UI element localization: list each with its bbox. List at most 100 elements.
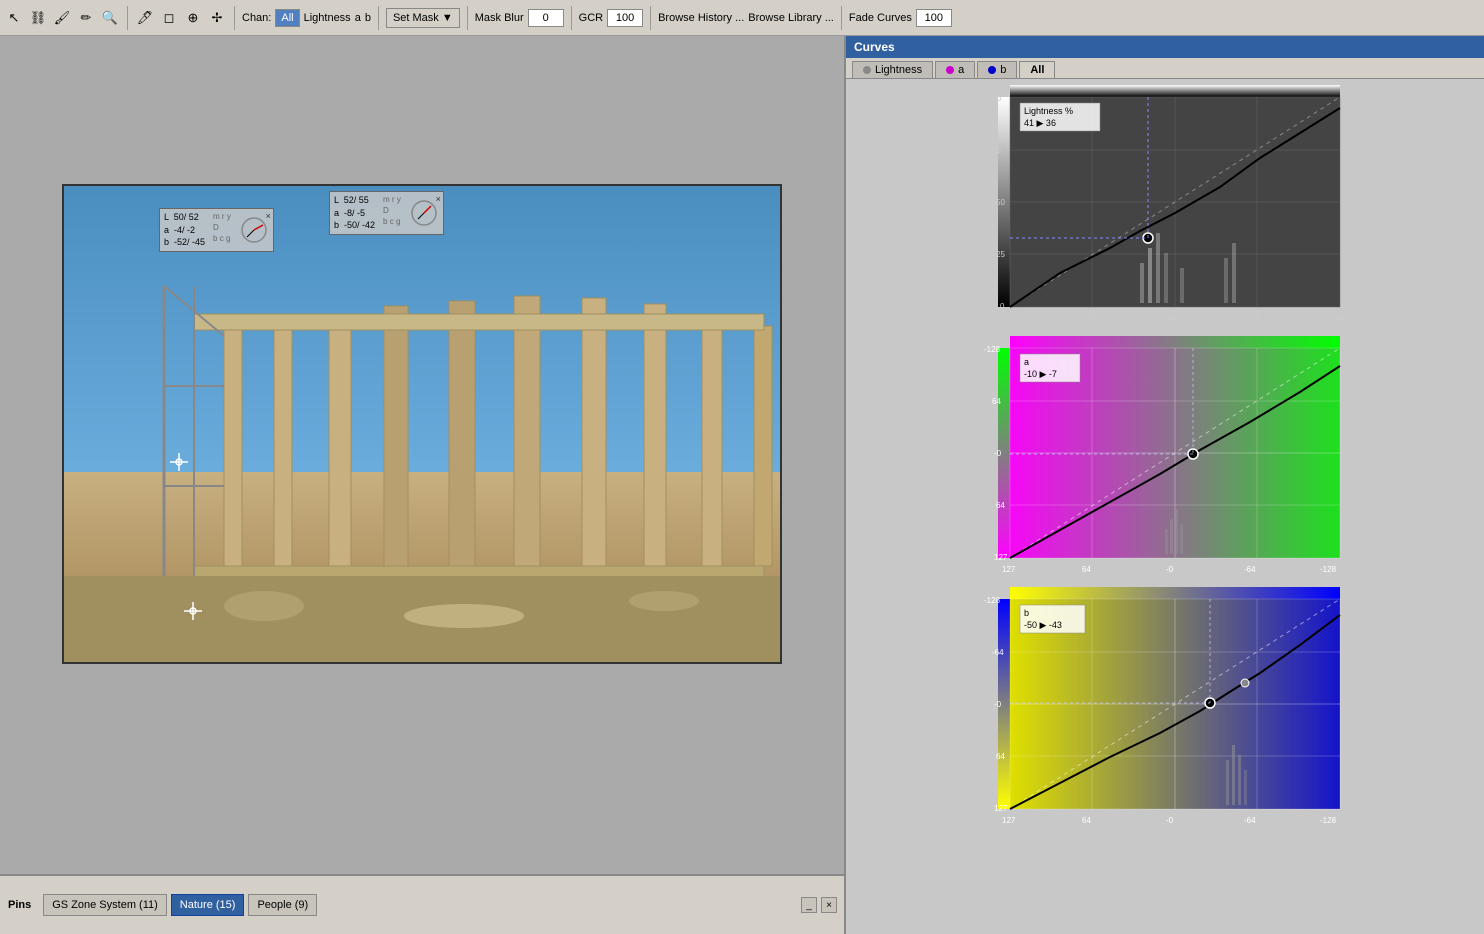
all-tab-label: All — [1030, 64, 1044, 76]
mask-blur-input[interactable] — [528, 9, 564, 27]
mask-blur-label: Mask Blur — [475, 12, 524, 24]
svg-text:64: 64 — [1082, 565, 1091, 574]
b-section: b -50 ▶ -43 -128 -64 -0 64 127 127 64 -0… — [846, 581, 1484, 832]
nature-button[interactable]: Nature (15) — [171, 894, 245, 916]
svg-text:a: a — [1024, 357, 1029, 367]
svg-text:75: 75 — [1251, 314, 1260, 323]
svg-text:-0: -0 — [1166, 565, 1174, 574]
separator1 — [127, 6, 128, 30]
svg-text:127: 127 — [1002, 565, 1016, 574]
a-label: a — [355, 12, 361, 24]
tool-brush[interactable]: 🖌 — [52, 8, 72, 28]
separator4 — [467, 6, 468, 30]
svg-text:127: 127 — [994, 553, 1008, 562]
gs-zone-button[interactable]: GS Zone System (11) — [43, 894, 167, 916]
lightness-section: Lightness % 41 ▶ 36 100 75 50 25 0 0 25 … — [846, 79, 1484, 330]
tool-zoom[interactable]: 🔍 — [100, 8, 120, 28]
a-curve-graph[interactable]: a -10 ▶ -7 -128 64 -0 64 127 127 64 -0 -… — [854, 334, 1476, 579]
b-tab-dot — [988, 66, 996, 74]
curves-tabs: Lightness a b All — [846, 58, 1484, 79]
svg-text:-128: -128 — [984, 596, 1001, 605]
lightness-curve-graph[interactable]: Lightness % 41 ▶ 36 100 75 50 25 0 0 25 … — [854, 83, 1476, 328]
svg-text:127: 127 — [1002, 816, 1016, 825]
lightness-tab-dot — [863, 66, 871, 74]
svg-text:-50 ▶ -43: -50 ▶ -43 — [1024, 620, 1062, 630]
b-tab-label: b — [1000, 64, 1006, 76]
separator5 — [571, 6, 572, 30]
sampler1-close[interactable]: × — [266, 210, 271, 223]
tab-lightness[interactable]: Lightness — [852, 61, 933, 78]
svg-text:25: 25 — [996, 250, 1005, 259]
svg-text:-0: -0 — [994, 700, 1002, 709]
svg-text:-0: -0 — [1166, 816, 1174, 825]
svg-text:100: 100 — [1331, 314, 1345, 323]
cursor-crosshair — [170, 453, 188, 474]
tool-arrow[interactable]: ↖ — [4, 8, 24, 28]
separator2 — [234, 6, 235, 30]
svg-text:64: 64 — [992, 397, 1001, 406]
svg-text:0: 0 — [1008, 314, 1013, 323]
svg-text:64: 64 — [996, 501, 1005, 510]
svg-text:-64: -64 — [1244, 565, 1256, 574]
svg-text:127: 127 — [994, 804, 1008, 813]
color-sampler-1: × L 50/ 52 a -4/ -2 b -52/ -45 m r y D b… — [159, 208, 274, 252]
svg-text:41 ▶ 36: 41 ▶ 36 — [1024, 118, 1056, 128]
people-button[interactable]: People (9) — [248, 894, 317, 916]
gauge-icon2 — [409, 198, 439, 228]
color-sampler-2: × L 52/ 55 a -8/ -5 b -50/ -42 m r y D b… — [329, 191, 444, 235]
chan-label: Chan: — [242, 12, 271, 24]
svg-text:64: 64 — [1082, 816, 1091, 825]
b-label: b — [365, 12, 371, 24]
b-curve-graph[interactable]: b -50 ▶ -43 -128 -64 -0 64 127 127 64 -0… — [854, 585, 1476, 830]
pins-title: Pins — [8, 899, 31, 911]
chan-all-button[interactable]: All — [275, 9, 299, 27]
tool-paint[interactable]: 🖊 — [135, 8, 155, 28]
fade-curves-input[interactable] — [916, 9, 952, 27]
a-tab-dot — [946, 66, 954, 74]
tab-all[interactable]: All — [1019, 61, 1055, 78]
tool-chain[interactable]: ⛓ — [28, 8, 48, 28]
set-mask-button[interactable]: Set Mask ▼ — [386, 8, 460, 28]
tab-b[interactable]: b — [977, 61, 1017, 78]
a-tab-label: a — [958, 64, 964, 76]
tool-pen[interactable]: ✏ — [76, 8, 96, 28]
scene-overlay — [64, 186, 782, 664]
cursor-crosshair2 — [184, 602, 202, 623]
svg-text:-64: -64 — [992, 648, 1004, 657]
lightness-tab-label: Lightness — [875, 64, 922, 76]
svg-text:-64: -64 — [1244, 816, 1256, 825]
tool-move[interactable]: ✢ — [207, 8, 227, 28]
browse-library-link[interactable]: Browse Library ... — [748, 12, 834, 24]
curves-panel-title: Curves — [846, 36, 1484, 58]
separator3 — [378, 6, 379, 30]
svg-text:25: 25 — [1086, 314, 1095, 323]
svg-text:Lightness %: Lightness % — [1024, 106, 1073, 116]
pins-close-button[interactable]: × — [821, 897, 837, 913]
svg-text:-128: -128 — [1320, 816, 1337, 825]
tab-a[interactable]: a — [935, 61, 975, 78]
gauge-icon1 — [239, 215, 269, 245]
image-canvas[interactable]: × L 50/ 52 a -4/ -2 b -52/ -45 m r y D b… — [62, 184, 782, 664]
curves-panel: Curves Lightness a b All — [844, 36, 1484, 934]
svg-text:b: b — [1024, 608, 1029, 618]
svg-text:100: 100 — [988, 94, 1002, 103]
pins-minimize-button[interactable]: _ — [801, 897, 817, 913]
svg-text:50: 50 — [996, 198, 1005, 207]
tool-eraser[interactable]: ◻ — [159, 8, 179, 28]
tool-select[interactable]: ⊕ — [183, 8, 203, 28]
svg-text:0: 0 — [1000, 302, 1005, 311]
browse-history-link[interactable]: Browse History ... — [658, 12, 744, 24]
svg-text:64: 64 — [996, 752, 1005, 761]
canvas-area: × L 50/ 52 a -4/ -2 b -52/ -45 m r y D b… — [0, 36, 845, 874]
gcr-label: GCR — [579, 12, 603, 24]
sampler2-close[interactable]: × — [436, 193, 441, 206]
pins-controls: _ × — [801, 897, 837, 913]
separator7 — [841, 6, 842, 30]
svg-text:-10 ▶ -7: -10 ▶ -7 — [1024, 369, 1057, 379]
a-section: a -10 ▶ -7 -128 64 -0 64 127 127 64 -0 -… — [846, 330, 1484, 581]
svg-text:-128: -128 — [984, 345, 1001, 354]
gcr-input[interactable] — [607, 9, 643, 27]
main-toolbar: ↖ ⛓ 🖌 ✏ 🔍 🖊 ◻ ⊕ ✢ Chan: All Lightness a … — [0, 0, 1484, 36]
fade-curves-label: Fade Curves — [849, 12, 912, 24]
svg-text:75: 75 — [992, 146, 1001, 155]
